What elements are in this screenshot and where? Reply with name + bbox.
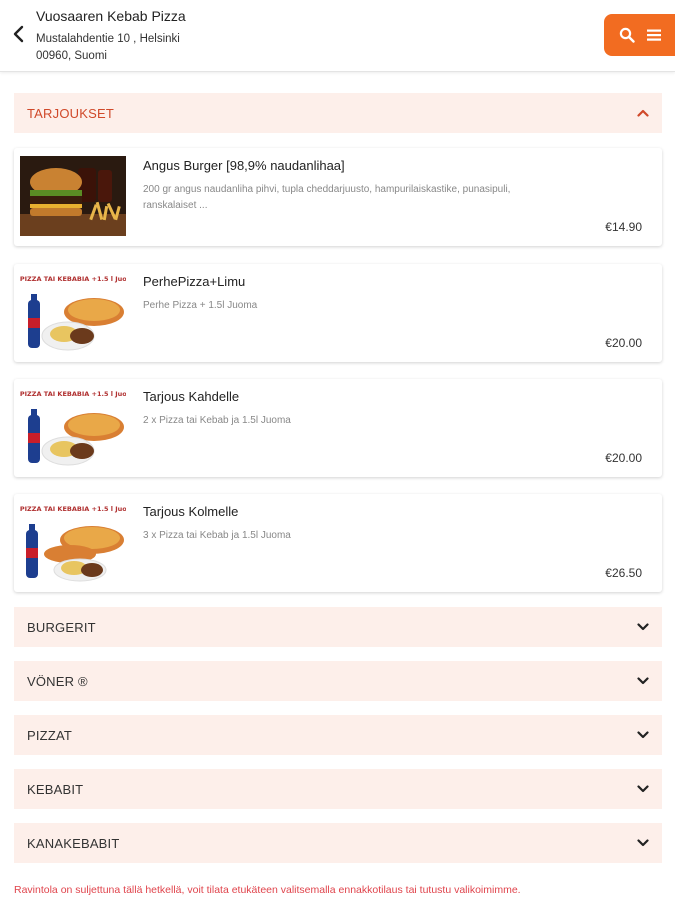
product-price: €20.00 [605,451,642,465]
category-label: VÖNER ® [27,673,88,689]
product-card[interactable]: 2X PIZZA TAI KEBABIA +1.5 l Juoma Tarjou… [14,379,662,477]
product-name: Tarjous Kolmelle [143,504,239,519]
category-label: TARJOUKSET [27,105,114,121]
category-voner[interactable]: VÖNER ® [14,661,662,701]
product-description: 200 gr angus naudanliha pihvi, tupla che… [143,184,511,211]
product-card[interactable]: Angus Burger [98,9% naudanlihaa] 200 gr … [14,148,662,246]
address-line-2: 00960, Suomi [36,50,107,62]
product-description: 2 x Pizza tai Kebab ja 1.5l Juoma [143,415,291,426]
menu-button[interactable] [644,25,664,45]
product-image [20,156,126,236]
chevron-down-icon [636,674,650,688]
product-image: 2X PIZZA TAI KEBABIA +1.5 l Juoma [20,387,126,467]
product-name: PerhePizza+Limu [143,274,246,289]
header-actions [604,14,675,56]
chevron-down-icon [636,728,650,742]
search-button[interactable] [617,25,637,45]
product-price: €20.00 [605,336,642,350]
hamburger-menu-icon [646,29,661,41]
category-kebabit[interactable]: KEBABIT [14,769,662,809]
product-card[interactable]: 3X PIZZA TAI KEBABIA +1.5 l Juoma Tarjou… [14,494,662,592]
category-label: PIZZAT [27,727,73,743]
category-pizzat[interactable]: PIZZAT [14,715,662,755]
category-label: BURGERIT [27,619,96,635]
product-card[interactable]: 2X PIZZA TAI KEBABIA +1.5 l Juoma PerheP… [14,264,662,362]
product-price: €26.50 [605,566,642,580]
image-banner-text: 2X PIZZA TAI KEBABIA +1.5 l Juoma [20,275,126,283]
product-name: Tarjous Kahdelle [143,389,240,404]
chevron-down-icon [636,620,650,634]
closed-notice: Ravintola on suljettuna tällä hetkellä, … [14,884,521,896]
image-banner-text: 3X PIZZA TAI KEBABIA +1.5 l Juoma [20,505,126,513]
back-button[interactable] [8,22,30,46]
image-banner-text: 2X PIZZA TAI KEBABIA +1.5 l Juoma [20,390,126,398]
chevron-down-icon [636,782,650,796]
product-description: Perhe Pizza + 1.5l Juoma [143,300,258,311]
header: Vuosaaren Kebab Pizza Mustalahdentie 10 … [0,0,675,72]
chevron-left-icon [13,25,24,43]
category-tarjoukset[interactable]: TARJOUKSET [14,93,662,133]
category-label: KEBABIT [27,781,84,797]
product-description: 3 x Pizza tai Kebab ja 1.5l Juoma [143,530,291,541]
chevron-down-icon [636,836,650,850]
restaurant-name: Vuosaaren Kebab Pizza [36,8,186,24]
search-icon [620,27,635,43]
product-name: Angus Burger [98,9% naudanlihaa] [143,158,345,173]
chevron-up-icon [636,106,650,120]
address-line-1: Mustalahdentie 10 , Helsinki [36,33,180,45]
product-price: €14.90 [605,220,642,234]
product-image: 3X PIZZA TAI KEBABIA +1.5 l Juoma [20,502,126,582]
category-kanakebabit[interactable]: KANAKEBABIT [14,823,662,863]
category-label: KANAKEBABIT [27,835,120,851]
category-burgerit[interactable]: BURGERIT [14,607,662,647]
product-image: 2X PIZZA TAI KEBABIA +1.5 l Juoma [20,272,126,352]
